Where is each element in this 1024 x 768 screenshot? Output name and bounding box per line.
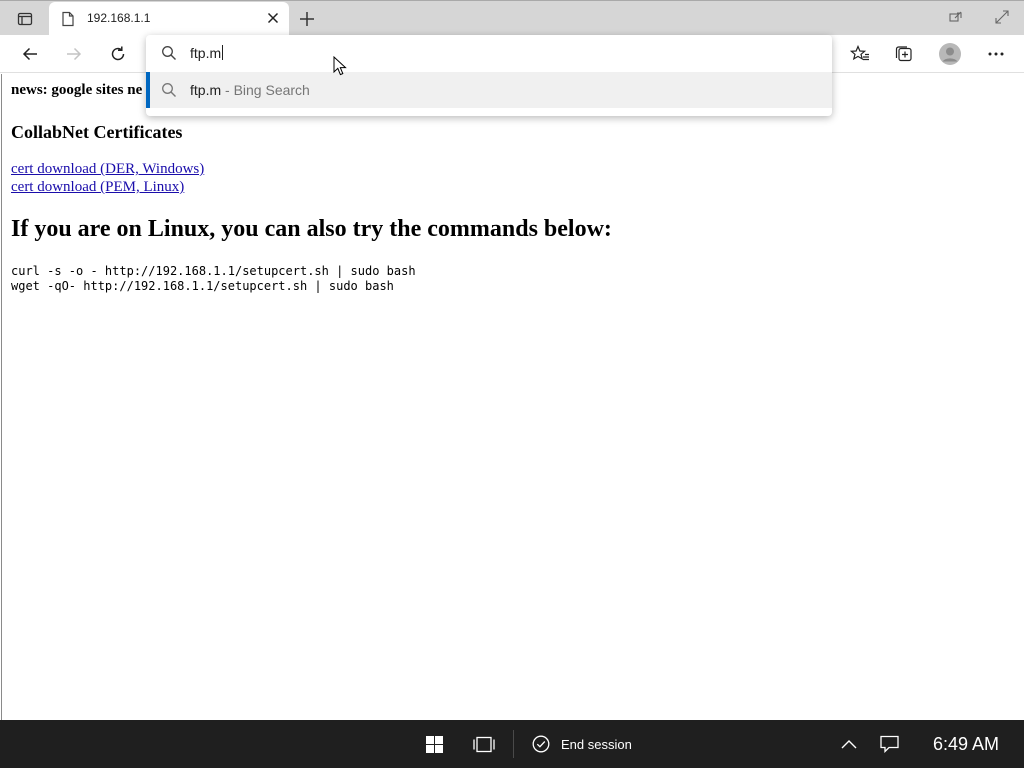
taskbar-clock[interactable]: 6:49 AM: [933, 720, 999, 768]
new-tab-button[interactable]: [295, 7, 319, 31]
task-view-button[interactable]: [471, 720, 497, 768]
profile-icon: [939, 43, 961, 65]
notification-icon: [880, 735, 899, 753]
address-bar-dropdown: ftp.m ftp.m - Bing Search: [146, 35, 832, 116]
search-icon: [162, 83, 176, 97]
more-button[interactable]: [983, 42, 1009, 66]
refresh-icon: [111, 46, 125, 61]
command-line-curl: curl -s -o - http://192.168.1.1/setupcer…: [11, 264, 416, 278]
forward-button[interactable]: [61, 42, 87, 66]
address-bar[interactable]: ftp.m: [146, 35, 832, 71]
suggestion-item[interactable]: ftp.m - Bing Search: [146, 72, 832, 108]
end-session-label: End session: [561, 736, 632, 752]
address-input[interactable]: ftp.m: [190, 45, 224, 61]
start-button[interactable]: [426, 720, 443, 768]
end-session-button[interactable]: End session: [532, 720, 632, 768]
suggestion-text: ftp.m - Bing Search: [190, 82, 310, 98]
cert-download-der-link[interactable]: cert download (DER, Windows): [11, 161, 204, 178]
page-icon: [62, 11, 74, 27]
command-line-wget: wget -qO- http://192.168.1.1/setupcert.s…: [11, 279, 394, 293]
restore-window-icon[interactable]: [948, 9, 964, 25]
windows-start-icon: [426, 735, 443, 753]
search-icon: [162, 46, 176, 60]
collections-button[interactable]: [891, 42, 917, 66]
taskbar: End session 6:49 AM: [0, 720, 1024, 768]
back-icon: [22, 47, 37, 61]
mouse-cursor-icon: [333, 56, 347, 76]
collections-icon: [895, 46, 912, 62]
cert-download-pem-link[interactable]: cert download (PEM, Linux): [11, 179, 184, 196]
plus-icon: [300, 12, 314, 26]
chevron-up-icon: [841, 740, 857, 749]
close-icon[interactable]: [267, 12, 279, 24]
favorites-button[interactable]: [847, 42, 873, 66]
more-icon: [988, 52, 1004, 56]
profile-button[interactable]: [937, 42, 963, 66]
task-view-icon: [473, 736, 495, 752]
text-caret: [222, 45, 224, 60]
certificates-heading: CollabNet Certificates: [11, 122, 183, 142]
suggestion-source: - Bing Search: [221, 82, 310, 98]
linux-heading: If you are on Linux, you can also try th…: [11, 216, 612, 242]
page-content: news: google sites ne CollabNet Certific…: [1, 74, 1024, 720]
news-text: news: google sites ne: [11, 82, 143, 98]
notifications-button[interactable]: [880, 720, 899, 768]
favorites-icon: [850, 45, 869, 61]
address-input-value: ftp.m: [190, 45, 222, 61]
tab-actions-icon: [17, 12, 33, 25]
tab-strip: 192.168.1.1: [0, 0, 1024, 36]
browser-tab[interactable]: 192.168.1.1: [49, 2, 289, 36]
fullscreen-icon[interactable]: [994, 9, 1010, 25]
refresh-button[interactable]: [105, 42, 131, 66]
taskbar-divider: [513, 730, 514, 758]
back-button[interactable]: [17, 42, 43, 66]
forward-icon: [67, 47, 82, 61]
check-circle-icon: [532, 735, 550, 753]
show-hidden-icons-button[interactable]: [841, 720, 857, 768]
tab-title: 192.168.1.1: [87, 11, 151, 25]
tab-actions-button[interactable]: [4, 2, 46, 35]
suggestion-query: ftp.m: [190, 82, 222, 98]
